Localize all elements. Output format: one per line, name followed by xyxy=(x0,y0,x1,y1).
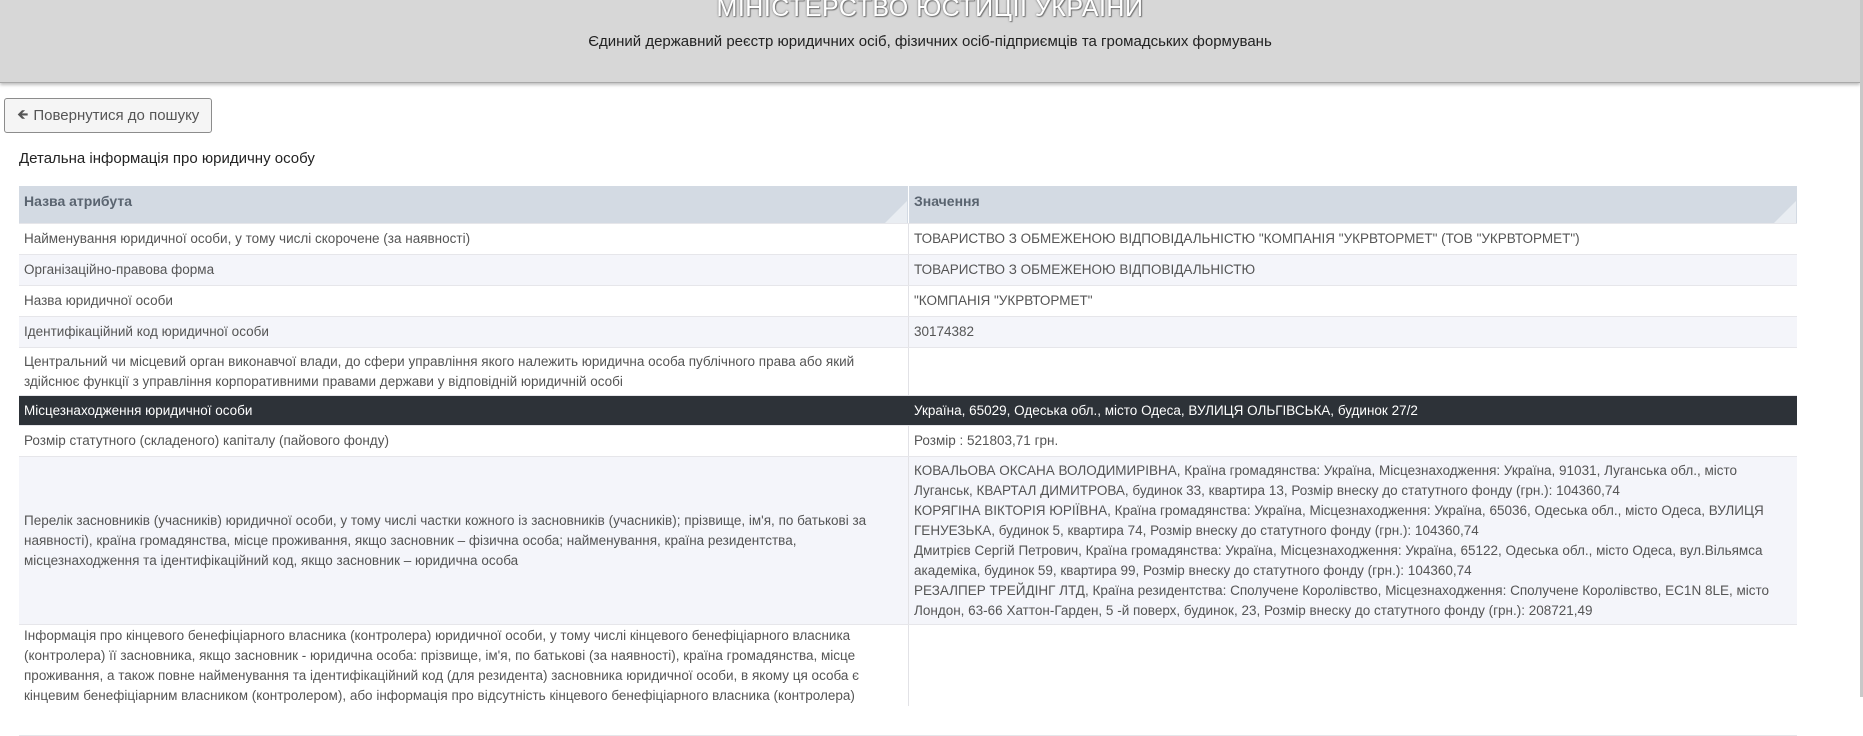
page-header: МІНІСТЕРСТВО ЮСТИЦІЇ УКРАЇНИ Єдиний держ… xyxy=(0,0,1860,83)
table-header-row: Назва атрибута Значення xyxy=(19,186,1797,224)
value-cell: ТОВАРИСТВО З ОБМЕЖЕНОЮ ВІДПОВІДАЛЬНІСТЮ … xyxy=(914,231,1580,246)
table-row: Центральний чи місцевий орган виконавчої… xyxy=(19,348,1797,396)
value-cell: 30174382 xyxy=(914,324,975,339)
table-row: Інформація про кінцевого бенефіціарного … xyxy=(19,625,1797,736)
founder-entry: КОРЯГІНА ВІКТОРІЯ ЮРІЇВНА, Країна громад… xyxy=(914,502,1764,538)
founders-cell: КОВАЛЬОВА ОКСАНА ВОЛОДИМИРІВНА, Країна г… xyxy=(909,457,1797,624)
table-row: Назва юридичної особи "КОМПАНІЯ "УКРВТОР… xyxy=(19,286,1797,317)
attribute-cell: Інформація про кінцевого бенефіціарного … xyxy=(19,625,909,706)
founder-entry: РЕЗАЛПЕР ТРЕЙДІНГ ЛТД, Країна резидентст… xyxy=(914,582,1770,618)
founder-entry: КОВАЛЬОВА ОКСАНА ВОЛОДИМИРІВНА, Країна г… xyxy=(914,462,1738,498)
table-row: Ідентифікаційний код юридичної особи 301… xyxy=(19,317,1797,348)
column-header-attribute[interactable]: Назва атрибута xyxy=(19,186,909,223)
table-row: Перелік засновників (учасників) юридично… xyxy=(19,457,1797,625)
attribute-cell: Організаційно-правова форма xyxy=(19,255,909,285)
details-table: Назва атрибута Значення Найменування юри… xyxy=(19,186,1797,736)
value-cell: ТОВАРИСТВО З ОБМЕЖЕНОЮ ВІДПОВІДАЛЬНІСТЮ xyxy=(914,262,1256,277)
sort-corner-icon xyxy=(885,201,907,223)
attribute-cell: Назва юридичної особи xyxy=(19,286,909,316)
value-cell xyxy=(909,348,1797,395)
table-row: Організаційно-правова форма ТОВАРИСТВО З… xyxy=(19,255,1797,286)
founder-entry: Дмитрієв Сергій Петрович, Країна громадя… xyxy=(914,542,1763,578)
attribute-cell: Найменування юридичної особи, у тому чис… xyxy=(19,224,909,254)
arrow-left-icon: 🡸 xyxy=(17,105,29,122)
column-header-value[interactable]: Значення xyxy=(909,186,1797,223)
value-cell: "КОМПАНІЯ "УКРВТОРМЕТ" xyxy=(914,293,1093,308)
back-to-search-label: Повернутися до пошуку xyxy=(33,107,200,124)
registry-subtitle: Єдиний державний реєстр юридичних осіб, … xyxy=(588,33,1272,50)
table-row-highlighted[interactable]: Місцезнаходження юридичної особи Україна… xyxy=(19,396,1797,426)
attribute-cell: Ідентифікаційний код юридичної особи xyxy=(19,317,909,347)
table-row: Найменування юридичної особи, у тому чис… xyxy=(19,224,1797,255)
value-cell: Розмір : 521803,71 грн. xyxy=(914,433,1059,448)
attribute-cell: Розмір статутного (складеного) капіталу … xyxy=(19,426,909,456)
value-cell: Україна, 65029, Одеська обл., місто Одес… xyxy=(914,402,1418,418)
back-to-search-button[interactable]: 🡸 Повернутися до пошуку xyxy=(4,98,212,133)
table-row: Розмір статутного (складеного) капіталу … xyxy=(19,426,1797,457)
ministry-title: МІНІСТЕРСТВО ЮСТИЦІЇ УКРАЇНИ xyxy=(716,0,1144,22)
sort-corner-icon xyxy=(1774,201,1796,223)
attribute-cell: Центральний чи місцевий орган виконавчої… xyxy=(19,348,909,395)
attribute-cell: Перелік засновників (учасників) юридично… xyxy=(19,457,909,624)
section-title: Детальна інформація про юридичну особу xyxy=(19,150,315,167)
attribute-cell: Місцезнаходження юридичної особи xyxy=(19,396,909,425)
